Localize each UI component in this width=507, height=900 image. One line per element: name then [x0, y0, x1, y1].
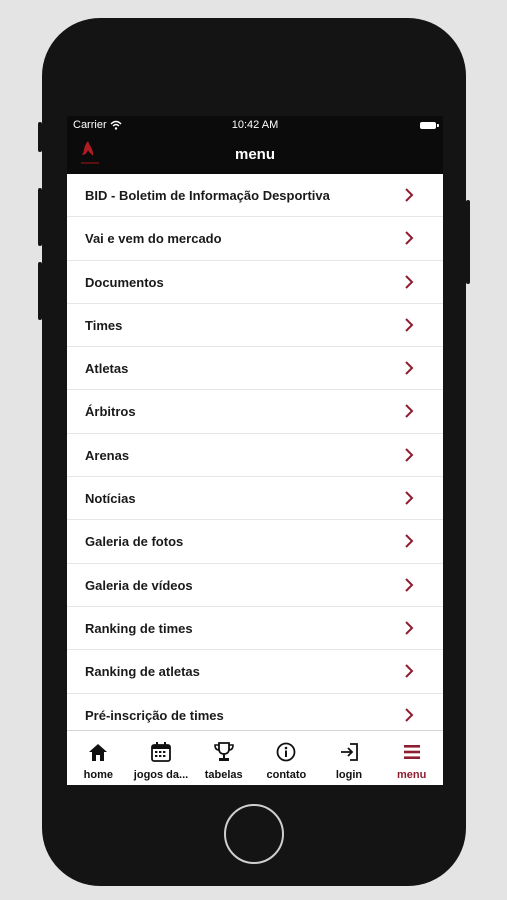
menu-item-label: Atletas — [85, 361, 129, 377]
status-time: 10:42 AM — [231, 119, 279, 131]
chevron-right-icon — [405, 448, 414, 462]
menu-item-label: Galeria de fotos — [85, 534, 184, 550]
menu-item[interactable]: Galeria de vídeos — [67, 564, 443, 607]
page-title: menu — [234, 146, 275, 163]
tab-label: menu — [397, 769, 427, 781]
menu-item-label: Árbitros — [85, 404, 136, 420]
menu-item-label: Pré-inscrição de times — [85, 707, 224, 723]
navigation-bar: menu — [67, 136, 443, 174]
chevron-right-icon — [405, 404, 414, 419]
menu-item-label: Arenas — [85, 447, 130, 463]
menu-item[interactable]: Atletas — [67, 347, 443, 391]
app-screen: Carrier 10:42 AM menu BID - Boletim de I… — [67, 116, 443, 785]
menu-item[interactable]: Ranking de atletas — [67, 650, 443, 694]
menu-item-label: Notícias — [85, 491, 136, 507]
menu-item[interactable]: Documentos — [67, 261, 443, 304]
home-hardware-button[interactable] — [224, 804, 284, 864]
calendar-icon — [151, 742, 171, 762]
menu-icon — [403, 745, 420, 759]
menu-list: BID - Boletim de Informação Desportiva Va… — [67, 174, 443, 737]
home-icon — [89, 744, 108, 761]
menu-item[interactable]: Vai e vem do mercado — [67, 217, 443, 261]
menu-item[interactable]: Ranking de times — [67, 607, 443, 651]
chevron-right-icon — [405, 534, 414, 549]
tab-bar: home jogos da... tabelas contato login menu — [67, 730, 443, 785]
menu-item-label: Ranking de atletas — [85, 664, 200, 680]
tab-label: contato — [266, 769, 307, 781]
menu-item-label: Galeria de vídeos — [85, 577, 193, 593]
menu-item[interactable]: Galeria de fotos — [67, 520, 443, 564]
menu-item[interactable]: Arenas — [67, 434, 443, 478]
mute-switch — [38, 122, 42, 152]
tab-contato[interactable]: contato — [255, 731, 318, 785]
menu-item[interactable]: Times — [67, 304, 443, 348]
tab-label: login — [335, 769, 363, 781]
chevron-right-icon — [405, 621, 414, 635]
info-icon — [276, 742, 296, 762]
chevron-right-icon — [405, 707, 414, 722]
power-button — [466, 200, 470, 284]
chevron-right-icon — [405, 188, 414, 202]
tab-label: tabelas — [204, 769, 243, 781]
tab-label: jogos da... — [133, 769, 189, 781]
volume-up-button — [38, 188, 42, 246]
tab-label: home — [83, 769, 113, 781]
chevron-right-icon — [405, 664, 414, 678]
trophy-icon — [213, 742, 234, 761]
volume-down-button — [38, 262, 42, 320]
tab-jogosda[interactable]: jogos da... — [130, 731, 193, 785]
menu-item-label: Ranking de times — [85, 620, 193, 636]
status-bar: Carrier 10:42 AM — [67, 116, 443, 136]
chevron-right-icon — [405, 318, 414, 332]
menu-item-label: Documentos — [85, 274, 164, 290]
menu-item-label: Vai e vem do mercado — [85, 231, 222, 247]
menu-item[interactable]: Notícias — [67, 477, 443, 521]
menu-item-label: Times — [85, 317, 123, 333]
tab-menu[interactable]: menu — [380, 731, 443, 785]
chevron-right-icon — [405, 491, 414, 505]
chevron-right-icon — [405, 274, 414, 289]
battery-icon — [420, 122, 439, 129]
chevron-right-icon — [405, 577, 414, 592]
tab-home[interactable]: home — [67, 731, 130, 785]
tab-tabelas[interactable]: tabelas — [192, 731, 255, 785]
menu-item-label: BID - Boletim de Informação Desportiva — [85, 188, 330, 203]
menu-item[interactable]: BID - Boletim de Informação Desportiva — [67, 174, 443, 218]
menu-item[interactable]: Árbitros — [67, 390, 443, 434]
chevron-right-icon — [405, 231, 414, 246]
login-icon — [341, 743, 358, 761]
tab-login[interactable]: login — [318, 731, 381, 785]
chevron-right-icon — [405, 361, 414, 375]
